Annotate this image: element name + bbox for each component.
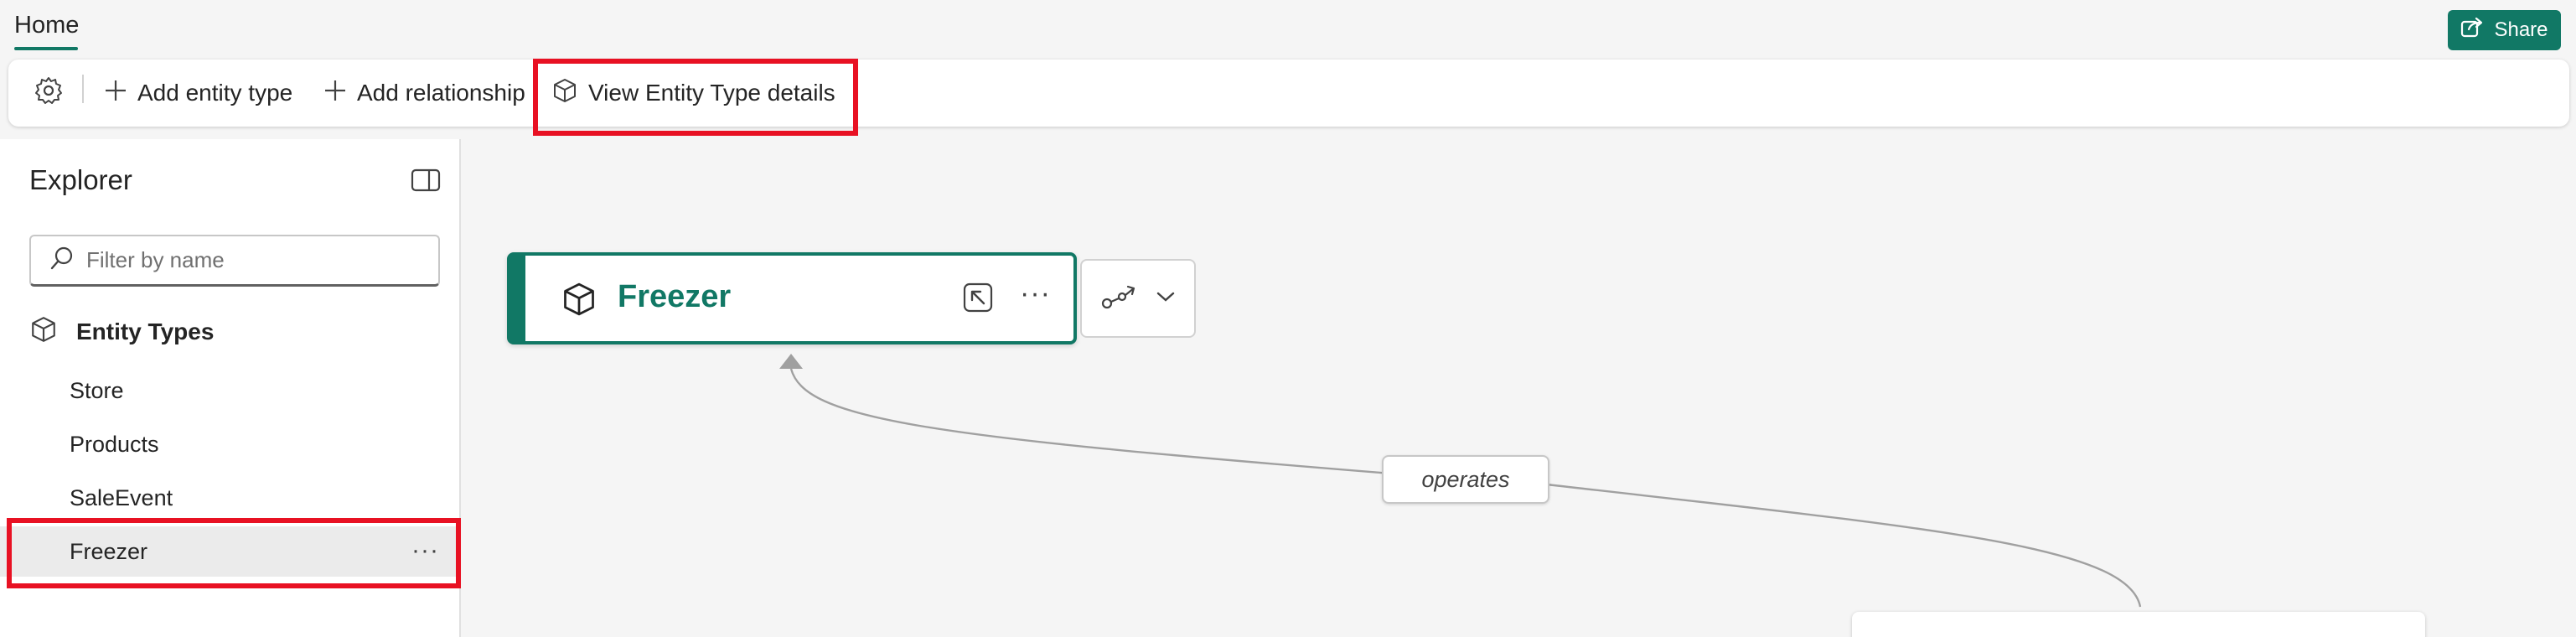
add-relationship-button[interactable]: Add relationship (323, 60, 525, 127)
plus-icon (104, 79, 127, 108)
graph-canvas[interactable] (463, 139, 2576, 637)
navigate-to-icon[interactable] (961, 281, 995, 318)
tree-item-saleevent[interactable]: SaleEvent (0, 473, 459, 523)
explorer-title: Explorer (29, 164, 132, 195)
entity-node-freezer[interactable]: Freezer ··· (507, 252, 1077, 344)
tree-item-label: Store (70, 377, 124, 403)
panel-toggle-icon[interactable] (411, 168, 441, 197)
entity-types-section-header[interactable]: Entity Types (29, 315, 214, 349)
tab-home-indicator (14, 47, 78, 50)
add-entity-type-label: Add entity type (137, 80, 293, 106)
share-icon (2460, 17, 2484, 44)
tree-item-label: SaleEvent (70, 484, 173, 510)
tree-item-label: Products (70, 431, 159, 457)
node-more-options-icon[interactable]: ··· (1020, 277, 1051, 310)
add-entity-type-button[interactable]: Add entity type (104, 60, 292, 127)
chevron-down-icon (1156, 290, 1176, 308)
tree-item-products[interactable]: Products (0, 419, 459, 469)
filter-input[interactable] (86, 247, 422, 273)
top-bar: Home Share (0, 0, 2576, 57)
relationship-dropdown-button[interactable] (1080, 259, 1196, 338)
entity-types-label: Entity Types (76, 318, 215, 344)
cube-icon (29, 315, 58, 350)
gear-icon (34, 75, 64, 111)
toolbar: Add entity type Add relationship View En… (8, 60, 2569, 127)
view-entity-type-details-button[interactable]: View Entity Type details (551, 60, 835, 127)
entity-node-title: Freezer (618, 279, 732, 314)
toolbar-separator (82, 75, 84, 103)
explorer-panel: Explorer Entity Types Store Products Sal… (0, 139, 461, 637)
share-label: Share (2494, 18, 2548, 41)
share-button[interactable]: Share (2448, 10, 2561, 50)
cube-icon (551, 77, 578, 110)
tab-home[interactable]: Home (14, 12, 79, 39)
settings-button[interactable] (34, 60, 64, 127)
more-options-icon[interactable]: ··· (411, 536, 439, 565)
cube-icon (561, 281, 597, 322)
plus-icon (323, 79, 347, 108)
tree-item-store[interactable]: Store (0, 365, 459, 416)
filter-field[interactable] (29, 235, 440, 287)
add-relationship-label: Add relationship (357, 80, 525, 106)
relationship-label[interactable]: operates (1382, 455, 1549, 504)
search-icon (49, 246, 75, 275)
view-entity-type-details-label: View Entity Type details (588, 80, 835, 106)
relationship-icon (1100, 282, 1137, 316)
tree-item-label: Freezer (70, 538, 148, 564)
tree-item-freezer[interactable]: Freezer ··· (0, 526, 459, 577)
entity-node-partial[interactable] (1852, 612, 2425, 637)
